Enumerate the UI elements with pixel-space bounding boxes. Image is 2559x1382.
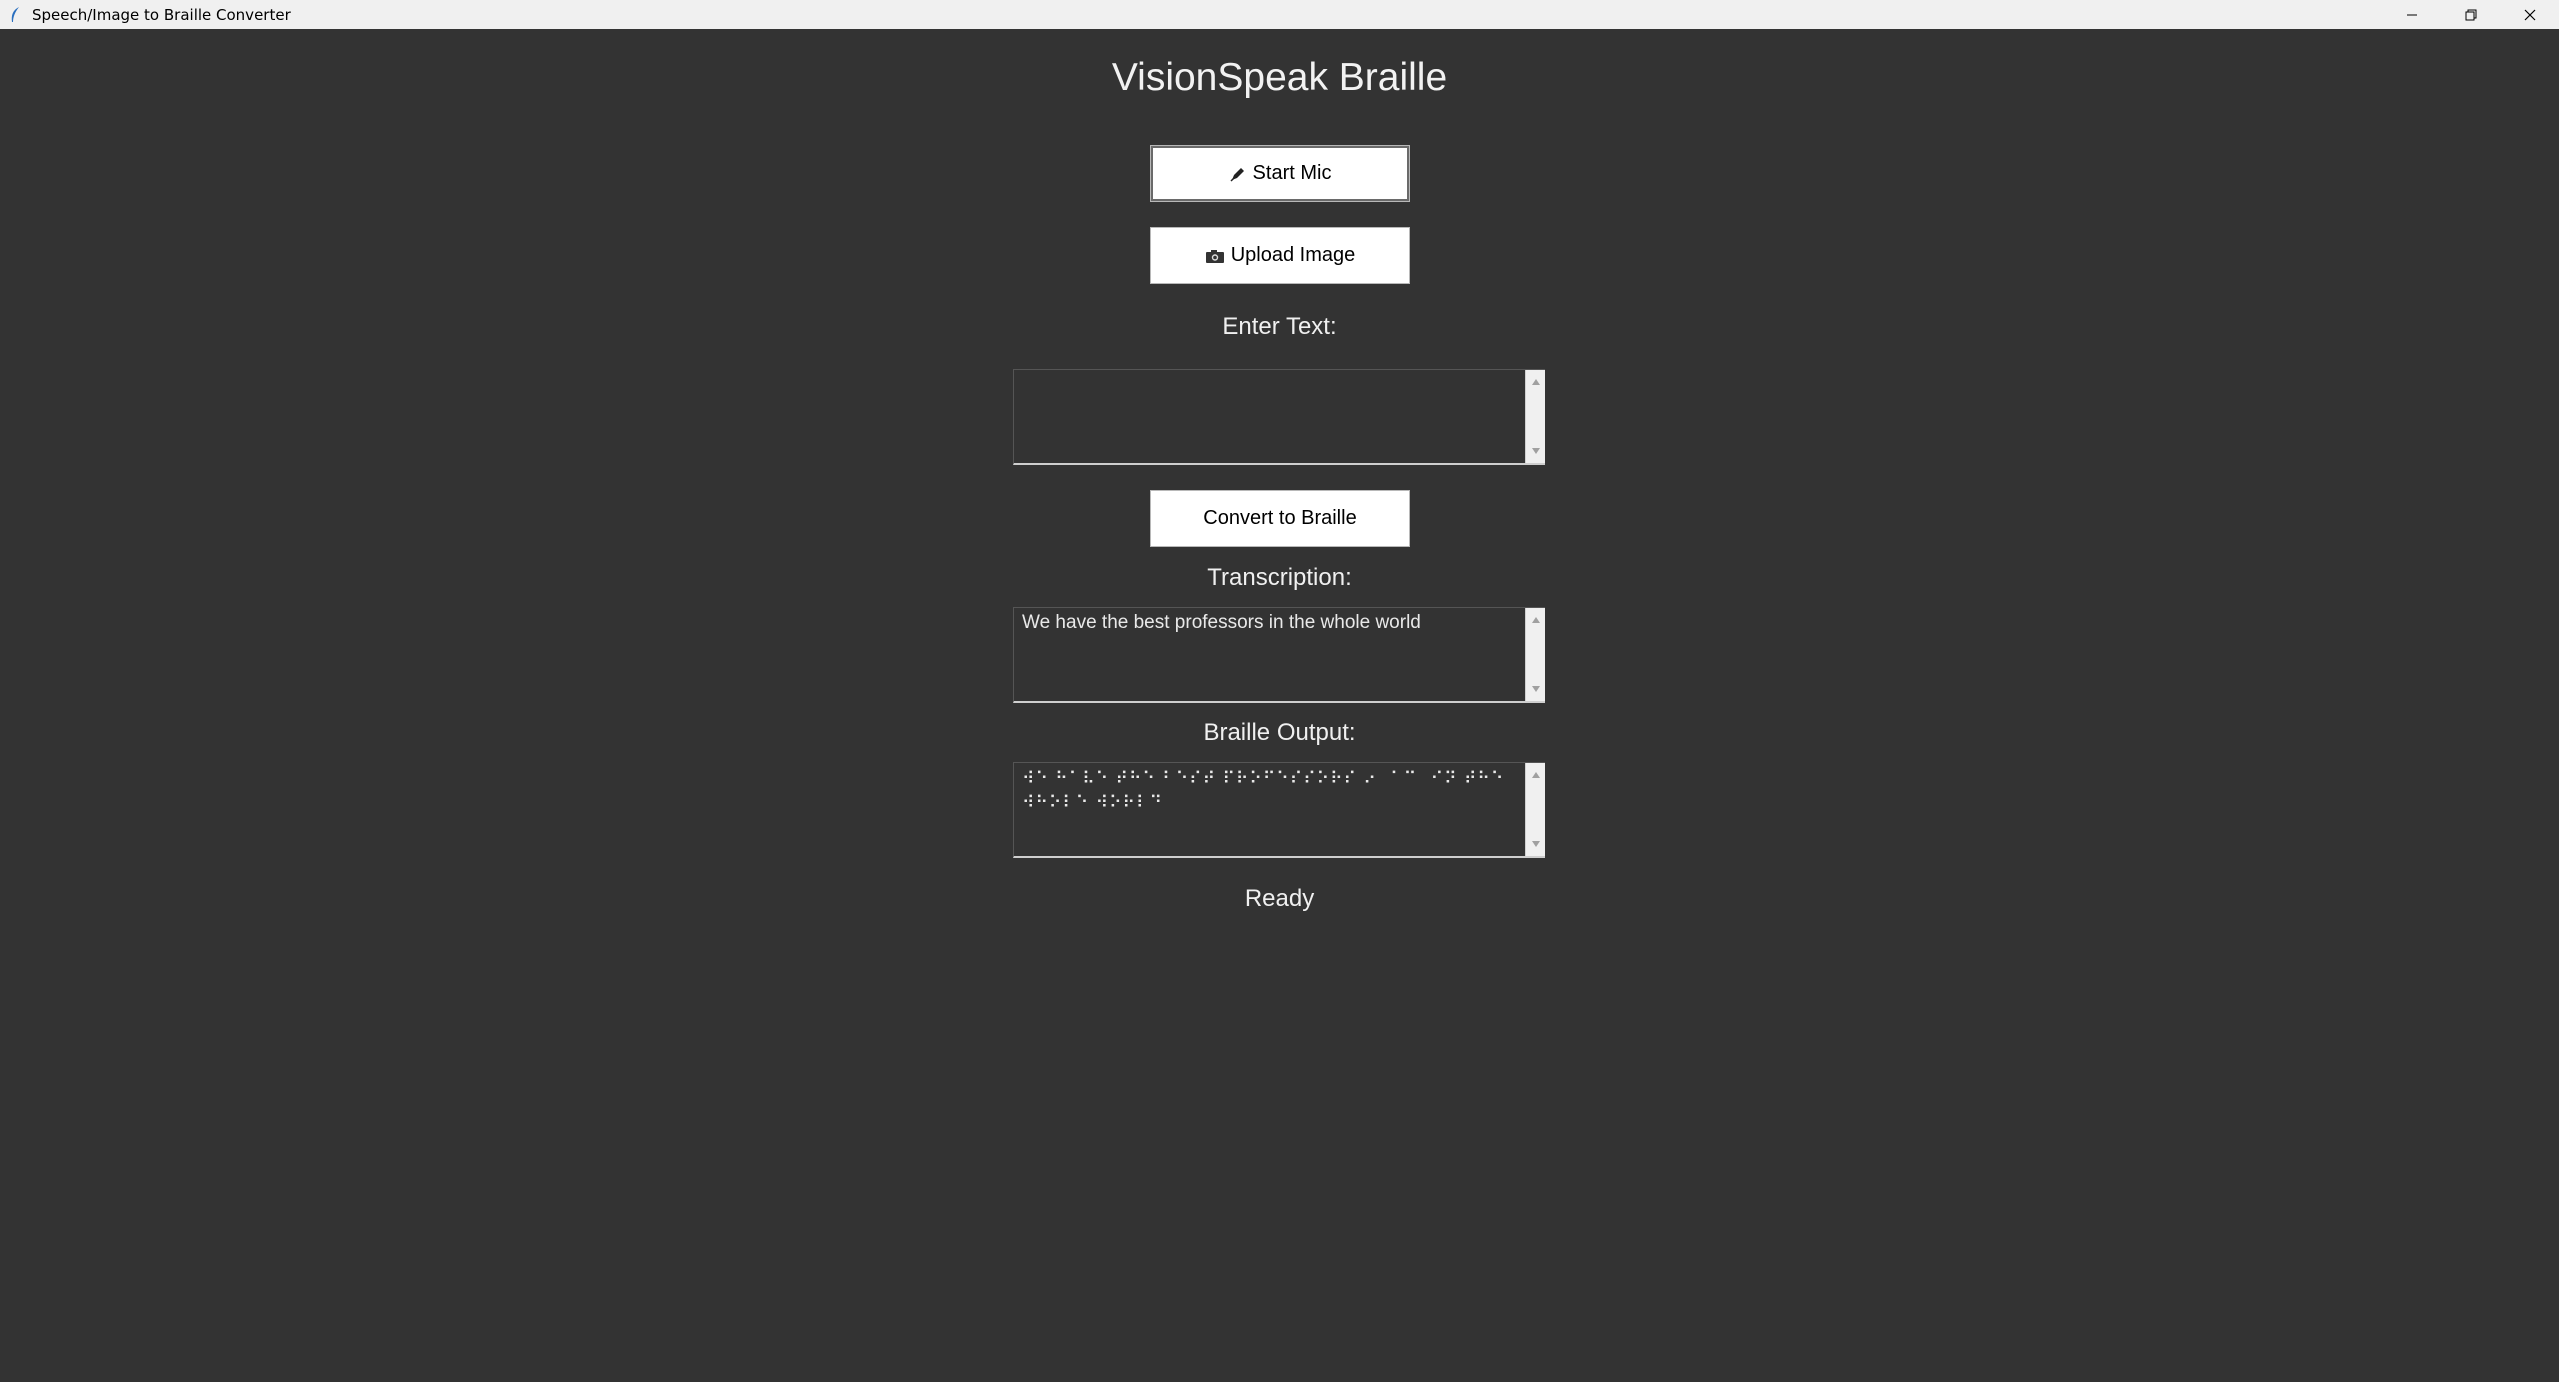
upload-image-label: Upload Image [1230,244,1356,266]
braille-output-text[interactable]: ⠺⠑ ⠓⠁⠧⠑ ⠞⠓⠑ ⠃⠑⠎⠞ ⠏⠗⠕⠋⠑⠎⠎⠕⠗⠎ ⠔⠀⠁⠉⠀⠊⠝ ⠞⠓⠑ … [1014,763,1523,856]
restore-button[interactable] [2441,0,2500,29]
minimize-button[interactable] [2382,0,2441,29]
feather-icon [6,6,24,24]
transcription-field[interactable]: We have the best professors in the whole… [1013,607,1545,703]
camera-icon [1205,248,1225,264]
upload-image-button[interactable]: Upload Image [1150,227,1410,284]
scroll-down-arrow-icon[interactable] [1526,836,1546,852]
window-titlebar: Speech/Image to Braille Converter [0,0,2559,29]
scroll-down-arrow-icon[interactable] [1526,443,1546,459]
scroll-down-arrow-icon[interactable] [1526,681,1546,697]
enter-text-label: Enter Text: [1222,313,1337,340]
window-controls [2382,0,2559,29]
microphone-icon [1229,165,1247,183]
start-mic-label: Start Mic [1252,162,1332,184]
braille-output-scrollbar[interactable] [1525,763,1545,856]
enter-text-scrollbar[interactable] [1525,370,1545,463]
app-content: VisionSpeak Braille Start Mic Upload Ima… [0,29,2559,1382]
enter-text-field[interactable] [1013,369,1545,465]
convert-label: Convert to Braille [1203,507,1357,529]
app-heading: VisionSpeak Braille [1111,56,1448,99]
braille-output-label: Braille Output: [1203,719,1356,746]
status-text: Ready [1244,885,1315,912]
transcription-text[interactable]: We have the best professors in the whole… [1014,608,1523,701]
convert-to-braille-button[interactable]: Convert to Braille [1150,490,1410,547]
scroll-up-arrow-icon[interactable] [1526,612,1546,628]
braille-output-field[interactable]: ⠺⠑ ⠓⠁⠧⠑ ⠞⠓⠑ ⠃⠑⠎⠞ ⠏⠗⠕⠋⠑⠎⠎⠕⠗⠎ ⠔⠀⠁⠉⠀⠊⠝ ⠞⠓⠑ … [1013,762,1545,858]
transcription-label: Transcription: [1207,564,1352,591]
window-title: Speech/Image to Braille Converter [32,5,291,24]
enter-text-input[interactable] [1014,370,1523,463]
transcription-scrollbar[interactable] [1525,608,1545,701]
scroll-up-arrow-icon[interactable] [1526,374,1546,390]
close-button[interactable] [2500,0,2559,29]
scroll-up-arrow-icon[interactable] [1526,767,1546,783]
start-mic-button[interactable]: Start Mic [1150,145,1410,202]
